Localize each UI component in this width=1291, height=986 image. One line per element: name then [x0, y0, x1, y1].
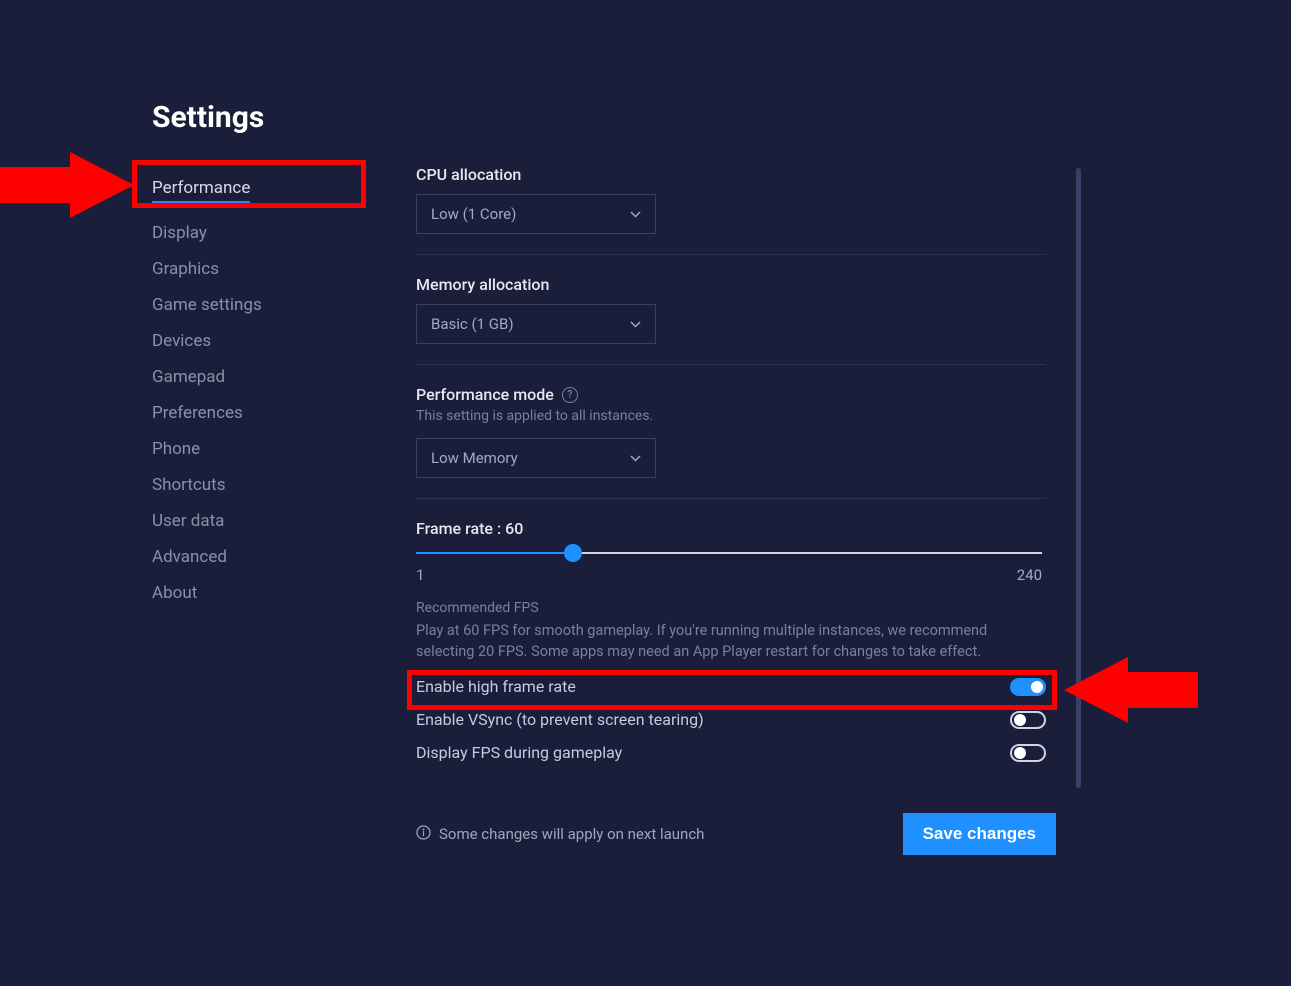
sidebar-item-devices[interactable]: Devices [152, 323, 372, 359]
frame-rate-label: Frame rate : 60 [416, 519, 1046, 538]
sidebar-item-graphics[interactable]: Graphics [152, 251, 372, 287]
display-fps-toggle[interactable] [1010, 744, 1046, 762]
help-icon[interactable]: ? [562, 387, 578, 403]
sidebar-item-about[interactable]: About [152, 575, 372, 611]
enable-high-frame-rate-toggle[interactable] [1010, 678, 1046, 696]
restart-note: Some changes will apply on next launch [416, 825, 704, 844]
performance-mode-value: Low Memory [431, 449, 518, 467]
performance-mode-select[interactable]: Low Memory [416, 438, 656, 478]
chevron-down-icon [630, 211, 641, 218]
cpu-allocation-select[interactable]: Low (1 Core) [416, 194, 656, 234]
sidebar-item-shortcuts[interactable]: Shortcuts [152, 467, 372, 503]
memory-allocation-label: Memory allocation [416, 275, 1046, 294]
enable-vsync-label: Enable VSync (to prevent screen tearing) [416, 710, 704, 729]
sidebar-item-advanced[interactable]: Advanced [152, 539, 372, 575]
display-fps-label: Display FPS during gameplay [416, 743, 622, 762]
cpu-allocation-value: Low (1 Core) [431, 205, 516, 223]
memory-allocation-select[interactable]: Basic (1 GB) [416, 304, 656, 344]
chevron-down-icon [630, 321, 641, 328]
recommended-fps-title: Recommended FPS [416, 600, 1046, 616]
settings-sidebar: Performance Display Graphics Game settin… [152, 170, 372, 986]
save-changes-button[interactable]: Save changes [903, 813, 1056, 855]
content-scrollbar[interactable] [1076, 168, 1081, 788]
sidebar-item-preferences[interactable]: Preferences [152, 395, 372, 431]
sidebar-item-display[interactable]: Display [152, 215, 372, 251]
recommended-fps-text: Play at 60 FPS for smooth gameplay. If y… [416, 620, 1046, 662]
sidebar-item-user-data[interactable]: User data [152, 503, 372, 539]
sidebar-item-gamepad[interactable]: Gamepad [152, 359, 372, 395]
cpu-allocation-label: CPU allocation [416, 165, 1046, 184]
memory-allocation-value: Basic (1 GB) [431, 315, 514, 333]
info-icon [416, 825, 431, 844]
performance-mode-note: This setting is applied to all instances… [416, 408, 1046, 424]
sidebar-item-game-settings[interactable]: Game settings [152, 287, 372, 323]
sidebar-item-performance[interactable]: Performance [152, 170, 250, 203]
enable-high-frame-rate-label: Enable high frame rate [416, 677, 576, 696]
enable-vsync-toggle[interactable] [1010, 711, 1046, 729]
slider-max: 240 [1017, 566, 1042, 584]
slider-min: 1 [416, 566, 424, 584]
slider-thumb[interactable] [564, 544, 582, 562]
sidebar-item-phone[interactable]: Phone [152, 431, 372, 467]
frame-rate-slider[interactable]: 1 240 [416, 552, 1042, 584]
performance-mode-label: Performance mode ? [416, 385, 1046, 404]
chevron-down-icon [630, 455, 641, 462]
